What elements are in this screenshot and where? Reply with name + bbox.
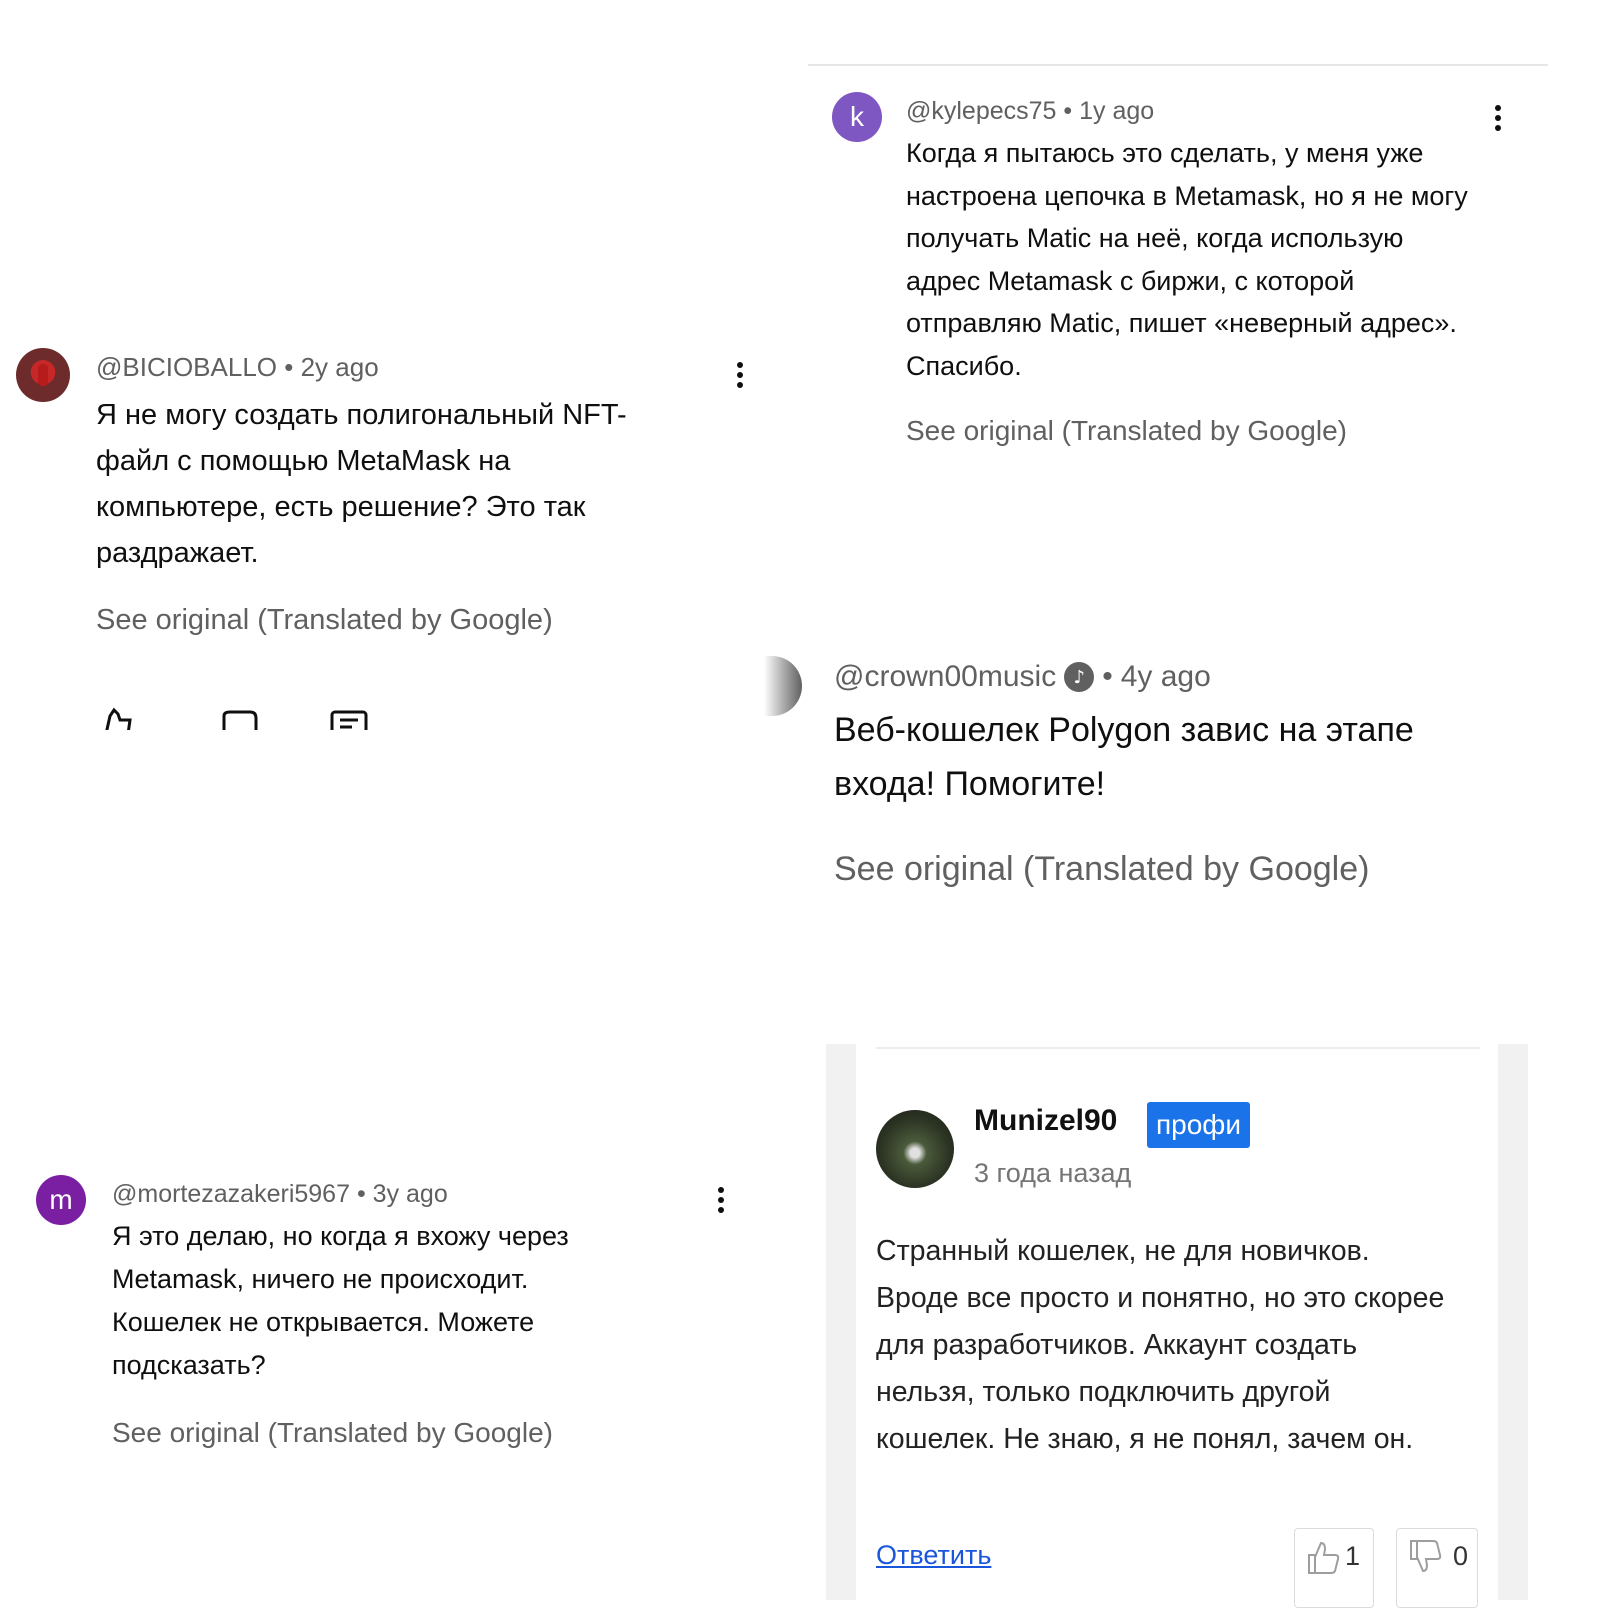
more-options-icon[interactable] bbox=[736, 362, 744, 388]
reply-icon[interactable] bbox=[330, 706, 370, 730]
review-text-munizel90: Странный кошелек, не для новичков. Вроде… bbox=[876, 1235, 1445, 1455]
review-card-divider bbox=[876, 1047, 1480, 1049]
comment-meta-mortezazakeri5967: @mortezazakeri5967 • 3y ago bbox=[112, 1180, 448, 1208]
like-count: 1 bbox=[1345, 1541, 1361, 1571]
see-original-link[interactable]: See original (Translated by Google) bbox=[112, 1417, 553, 1449]
author-name[interactable]: @kylepecs75 bbox=[906, 97, 1056, 125]
pro-badge: профи bbox=[1147, 1102, 1250, 1148]
comment-meta-kylepecs75: @kylepecs75 • 1y ago bbox=[906, 97, 1155, 125]
dislike-count: 0 bbox=[1453, 1541, 1469, 1571]
divider-top-right bbox=[808, 64, 1548, 66]
like-icon[interactable] bbox=[96, 706, 136, 730]
more-options-icon[interactable] bbox=[1494, 105, 1502, 131]
comment-text-mortezazakeri5967: Я это делаю, но когда я вхожу через Meta… bbox=[112, 1221, 569, 1380]
see-original-link[interactable]: See original (Translated by Google) bbox=[96, 604, 553, 637]
avatar-letter: m bbox=[49, 1184, 73, 1215]
comment-text-crown00music: Веб-кошелек Polygon завис на этапе входа… bbox=[834, 711, 1414, 803]
avatar-mortezazakeri5967[interactable]: m bbox=[36, 1175, 86, 1225]
timestamp: 1y ago bbox=[1079, 97, 1155, 125]
author-name[interactable]: @BICIOBALLO bbox=[96, 352, 277, 382]
dislike-button[interactable]: 0 bbox=[1396, 1528, 1478, 1608]
timestamp: 3y ago bbox=[372, 1180, 448, 1208]
timestamp: 4y ago bbox=[1120, 660, 1211, 693]
timestamp: 2y ago bbox=[300, 352, 379, 382]
comment-meta-bicioballo: @BICIOBALLO • 2y ago bbox=[96, 352, 379, 382]
thumbs-up-icon bbox=[1308, 1541, 1340, 1574]
author-name[interactable]: @mortezazakeri5967 bbox=[112, 1180, 350, 1208]
see-original-link[interactable]: See original (Translated by Google) bbox=[834, 850, 1369, 889]
comment-text-kylepecs75: Когда я пытаюсь это сделать, у меня уже … bbox=[906, 138, 1468, 381]
avatar-munizel90[interactable] bbox=[876, 1110, 954, 1188]
comment-meta-crown00music: @crown00music ♪ • 4y ago bbox=[834, 660, 1211, 694]
avatar-letter: k bbox=[850, 101, 864, 132]
avatar-bicioballo[interactable] bbox=[16, 348, 70, 402]
timestamp: 3 года назад bbox=[974, 1158, 1132, 1188]
comment-text-bicioballo: Я не могу создать полигональный NFT-файл… bbox=[96, 399, 627, 569]
thumbs-down-icon bbox=[1410, 1540, 1442, 1573]
author-name[interactable]: @crown00music bbox=[834, 660, 1056, 694]
like-button[interactable]: 1 bbox=[1294, 1528, 1374, 1608]
avatar-crown00music[interactable] bbox=[764, 656, 802, 716]
action-icons-row bbox=[90, 706, 390, 730]
dislike-icon[interactable] bbox=[220, 706, 260, 730]
avatar-kylepecs75[interactable]: k bbox=[832, 92, 882, 142]
review-card-left-border bbox=[826, 1044, 856, 1600]
reply-link[interactable]: Ответить bbox=[876, 1540, 991, 1571]
see-original-link[interactable]: See original (Translated by Google) bbox=[906, 415, 1347, 447]
more-options-icon[interactable] bbox=[717, 1187, 725, 1213]
music-note-icon: ♪ bbox=[1064, 662, 1095, 692]
person-icon bbox=[38, 364, 48, 386]
review-card-right-border bbox=[1498, 1044, 1528, 1600]
author-name[interactable]: Munizel90 bbox=[974, 1104, 1117, 1138]
